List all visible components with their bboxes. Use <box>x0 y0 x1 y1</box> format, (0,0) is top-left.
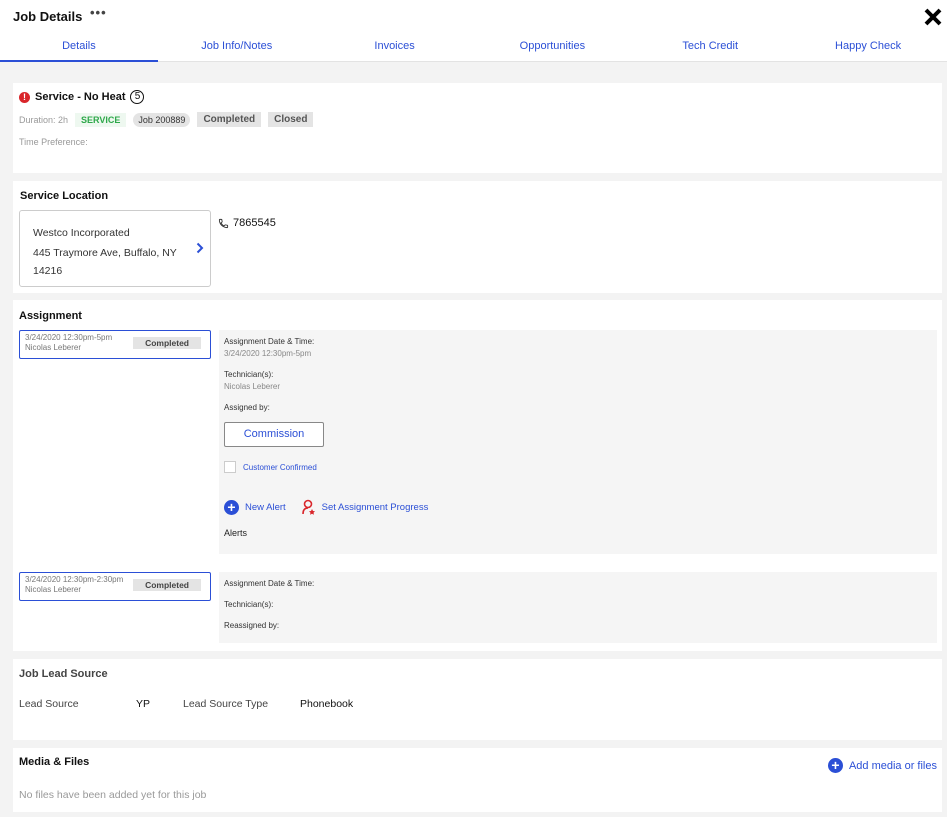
service-meta-row: Duration: 2h SERVICE Job 200889 Complete… <box>19 112 314 127</box>
lead-source-type-label: Lead Source Type <box>183 698 269 710</box>
tab-tech-credit[interactable]: Tech Credit <box>631 38 789 62</box>
add-media-label: Add media or files <box>848 759 937 772</box>
phone-icon <box>218 218 229 228</box>
duration-text: Duration: 2h <box>19 114 69 125</box>
tab-opportunities[interactable]: Opportunities <box>473 38 631 62</box>
close-icon[interactable] <box>920 4 946 30</box>
set-assignment-progress-button[interactable]: Set Assignment Progress <box>301 499 429 515</box>
new-alert-label: New Alert <box>245 501 286 513</box>
technician-label: Technician(s): <box>224 370 274 379</box>
service-card: ! Service - No Heat 5 Duration: 2h SERVI… <box>13 83 942 173</box>
time-preference-label: Time Preference: <box>19 137 88 147</box>
service-title: Service - No Heat <box>35 91 126 103</box>
phone-row[interactable]: 7865545 <box>218 217 276 229</box>
technician-value: Nicolas Leberer <box>224 382 281 391</box>
assignment-actions: + New Alert Set Assignment Progress <box>224 499 428 515</box>
tab-invoices[interactable]: Invoices <box>316 38 474 62</box>
tab-bar: Details Job Info/Notes Invoices Opportun… <box>0 38 947 62</box>
lead-source-label: Lead Source <box>19 698 79 710</box>
plus-circle-icon: + <box>224 499 239 515</box>
customer-confirmed-checkbox[interactable]: Customer Confirmed <box>224 461 317 473</box>
commission-button[interactable]: Commission <box>224 422 324 447</box>
user-progress-icon <box>301 499 315 515</box>
lead-source-value: YP <box>136 698 151 710</box>
assignment-date-label: Assignment Date & Time: <box>224 337 315 346</box>
page-title: Job Details <box>13 9 83 24</box>
add-media-button[interactable]: + Add media or files <box>827 758 937 773</box>
service-location-card: Service Location Westco Incorporated 445… <box>13 181 942 293</box>
assignment-detail-panel: Assignment Date & Time: Technician(s): R… <box>219 572 937 643</box>
job-lead-source-card: Job Lead Source Lead Source YP Lead Sour… <box>13 659 942 740</box>
assignment-status-badge: Completed <box>133 579 201 591</box>
technician-label: Technician(s): <box>224 600 274 609</box>
header: Job Details ••• Details Job Info/Notes I… <box>0 0 947 62</box>
tab-happy-check[interactable]: Happy Check <box>789 38 947 62</box>
customer-confirmed-label: Customer Confirmed <box>243 462 317 472</box>
reassigned-by-label: Reassigned by: <box>224 621 280 630</box>
location-address-line2: 14216 <box>33 265 63 277</box>
empty-files-message: No files have been added yet for this jo… <box>19 789 207 801</box>
section-title: Job Lead Source <box>19 668 108 680</box>
assignment-date-value: 3/24/2020 12:30pm-5pm <box>224 349 312 358</box>
plus-circle-icon: + <box>827 758 843 773</box>
section-title: Service Location <box>20 190 109 202</box>
assignment-item[interactable]: 3/24/2020 12:30pm-2:30pm Nicolas Leberer… <box>19 572 211 601</box>
alert-icon: ! <box>19 91 30 103</box>
service-type-badge: SERVICE <box>75 112 127 127</box>
section-title: Media & Files <box>19 756 90 768</box>
section-title: Assignment <box>19 310 82 322</box>
lead-source-type-value: Phonebook <box>300 698 354 710</box>
media-files-card: Media & Files + Add media or files No fi… <box>13 748 942 812</box>
tab-job-info-notes[interactable]: Job Info/Notes <box>158 38 316 62</box>
assignment-status-badge: Completed <box>133 337 201 349</box>
checkbox[interactable] <box>224 461 236 473</box>
new-alert-button[interactable]: + New Alert <box>224 499 286 515</box>
location-name: Westco Incorporated <box>33 227 130 239</box>
more-options-button[interactable]: ••• <box>90 5 107 20</box>
location-address-line1: 445 Traymore Ave, Buffalo, NY <box>33 247 177 259</box>
phone-number: 7865545 <box>233 217 276 229</box>
chevron-right-icon <box>196 242 204 254</box>
assignment-date-label: Assignment Date & Time: <box>224 579 315 588</box>
set-assignment-progress-label: Set Assignment Progress <box>321 501 429 513</box>
count-badge: 5 <box>130 90 145 104</box>
tab-details[interactable]: Details <box>0 38 158 62</box>
status-badge: Completed <box>197 112 262 127</box>
assignment-item[interactable]: 3/24/2020 12:30pm-5pm Nicolas Leberer Co… <box>19 330 211 359</box>
location-box[interactable]: Westco Incorporated 445 Traymore Ave, Bu… <box>19 210 211 287</box>
assignment-card: Assignment 3/24/2020 12:30pm-5pm Nicolas… <box>13 300 942 651</box>
service-title-row: ! Service - No Heat 5 <box>19 90 145 104</box>
job-number-badge[interactable]: Job 200889 <box>133 112 191 127</box>
assignment-detail-panel: Assignment Date & Time: 3/24/2020 12:30p… <box>219 330 937 554</box>
closed-badge: Closed <box>268 112 314 127</box>
assigned-by-label: Assigned by: <box>224 403 270 412</box>
alerts-label: Alerts <box>224 528 248 538</box>
